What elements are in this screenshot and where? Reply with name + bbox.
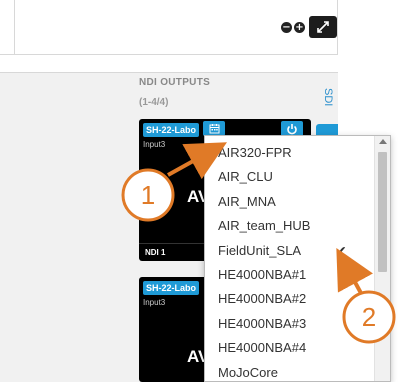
card-input: Input3 xyxy=(143,140,166,149)
dropdown-item-label: AIR320-FPR xyxy=(218,145,292,160)
calendar-icon xyxy=(209,124,219,134)
dropdown-item-label: AIR_MNA xyxy=(218,193,276,209)
dropdown-item[interactable]: HE4000NBA#4 xyxy=(205,336,375,360)
checkmark-icon: ✔ xyxy=(335,242,347,259)
expand-icon xyxy=(317,21,329,33)
power-icon xyxy=(287,124,297,135)
dropdown-item[interactable]: MoJoCore xyxy=(205,361,375,381)
card-label: SH-22-Labo xyxy=(143,281,200,295)
card-input: Input3 xyxy=(143,298,166,307)
top-bar: − + xyxy=(0,0,338,55)
dropdown-item[interactable]: AIR_CLU xyxy=(205,165,375,189)
zoom-in-button[interactable]: + xyxy=(294,21,305,33)
dropdown-item-label: HE4000NBA#4 xyxy=(218,340,307,356)
dropdown-item-selected[interactable]: FieldUnit_SLA ✔ xyxy=(205,239,375,263)
card-label: SH-22-Labo xyxy=(143,123,200,137)
scroll-up-icon[interactable] xyxy=(379,139,387,144)
dropdown-list: AIR320-FPR AIR_CLU AIR_MNA AIR_team_HUB … xyxy=(205,141,375,381)
dropdown-item[interactable]: AIR_team_HUB xyxy=(205,214,375,238)
dropdown-item-label: FieldUnit_SLA xyxy=(218,242,302,258)
fullscreen-button[interactable] xyxy=(309,16,337,38)
annotation-number: 2 xyxy=(361,302,377,332)
dropdown-item-label: AIR_team_HUB xyxy=(218,218,311,234)
zoom-controls: − + xyxy=(281,16,337,38)
left-edge-line xyxy=(14,0,15,55)
dropdown-item-label: HE4000NBA#1 xyxy=(218,266,307,282)
dropdown-item-label: HE4000NBA#2 xyxy=(218,291,307,307)
scrollbar-thumb[interactable] xyxy=(378,152,387,272)
annotation-number: 1 xyxy=(140,180,156,210)
zoom-out-button[interactable]: − xyxy=(281,21,292,33)
dropdown-item-label: HE4000NBA#3 xyxy=(218,315,307,331)
dropdown-item[interactable]: AIR_MNA xyxy=(205,190,375,214)
dropdown-scrollbar[interactable] xyxy=(374,136,390,381)
dropdown-item[interactable]: AIR320-FPR xyxy=(205,141,375,165)
sdi-tab[interactable]: SDI xyxy=(320,88,334,106)
destination-dropdown[interactable]: AIR320-FPR AIR_CLU AIR_MNA AIR_team_HUB … xyxy=(204,135,391,382)
section-title: NDI OUTPUTS xyxy=(139,77,211,88)
dropdown-item-label: AIR_CLU xyxy=(218,169,273,185)
schedule-button[interactable] xyxy=(203,121,225,136)
dropdown-item-label: MoJoCore xyxy=(218,364,278,380)
dropdown-item[interactable]: HE4000NBA#1 xyxy=(205,263,375,287)
section-count: (1-4/4) xyxy=(139,97,169,108)
